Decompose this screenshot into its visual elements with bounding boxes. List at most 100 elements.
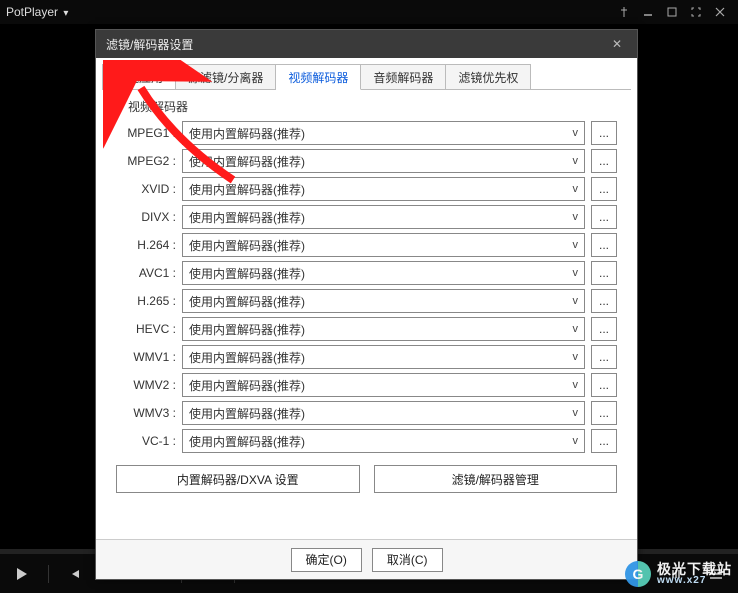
decoder-select[interactable]: 使用内置解码器(推荐) v xyxy=(182,233,585,257)
decoder-row: WMV2 使用内置解码器(推荐) v... xyxy=(116,373,617,397)
decoder-row: WMV1 使用内置解码器(推荐) v... xyxy=(116,345,617,369)
decoder-label: VC-1 xyxy=(116,434,176,448)
app-title-text: PotPlayer xyxy=(6,5,58,19)
close-button[interactable] xyxy=(708,2,732,22)
pin-button[interactable] xyxy=(612,2,636,22)
decoder-select-value: 使用内置解码器(推荐) xyxy=(189,377,305,394)
decoder-more-button[interactable]: ... xyxy=(591,373,617,397)
play-button[interactable] xyxy=(8,560,36,588)
decoder-select-value: 使用内置解码器(推荐) xyxy=(189,293,305,310)
tab-1[interactable]: 源滤镜/分离器 xyxy=(176,64,276,89)
dxva-settings-button[interactable]: 内置解码器/DXVA 设置 xyxy=(116,465,360,493)
chevron-down-icon: v xyxy=(573,379,579,391)
decoder-select-value: 使用内置解码器(推荐) xyxy=(189,265,305,282)
decoder-row: H.264 使用内置解码器(推荐) v... xyxy=(116,233,617,257)
decoder-select-value: 使用内置解码器(推荐) xyxy=(189,405,305,422)
fullscreen-button[interactable] xyxy=(684,2,708,22)
tab-bar: 滤镜应用源滤镜/分离器视频解码器音频解码器滤镜优先权 xyxy=(102,64,631,90)
decoder-row: XVID 使用内置解码器(推荐) v... xyxy=(116,177,617,201)
group-title: 视频解码器 xyxy=(128,98,621,115)
decoder-more-button[interactable]: ... xyxy=(591,289,617,313)
chevron-down-icon: v xyxy=(573,351,579,363)
decoder-select[interactable]: 使用内置解码器(推荐) v xyxy=(182,149,585,173)
dialog-title: 滤镜/解码器设置 xyxy=(106,36,193,53)
decoder-select-value: 使用内置解码器(推荐) xyxy=(189,237,305,254)
decoder-label: HEVC xyxy=(116,322,176,336)
watermark-url: www.x27 xyxy=(657,576,732,586)
decoder-row: AVC1 使用内置解码器(推荐) v... xyxy=(116,261,617,285)
decoder-row: DIVX 使用内置解码器(推荐) v... xyxy=(116,205,617,229)
decoder-select[interactable]: 使用内置解码器(推荐) v xyxy=(182,317,585,341)
chevron-down-icon: v xyxy=(573,211,579,223)
chevron-down-icon: ▾ xyxy=(63,8,68,19)
decoder-row: MPEG1 使用内置解码器(推荐) v... xyxy=(116,121,617,145)
decoder-more-button[interactable]: ... xyxy=(591,233,617,257)
decoder-select-value: 使用内置解码器(推荐) xyxy=(189,209,305,226)
cancel-button[interactable]: 取消(C) xyxy=(372,548,443,572)
decoder-select[interactable]: 使用内置解码器(推荐) v xyxy=(182,401,585,425)
maximize-button[interactable] xyxy=(660,2,684,22)
decoder-label: MPEG2 xyxy=(116,154,176,168)
decoder-more-button[interactable]: ... xyxy=(591,401,617,425)
decoder-label: DIVX xyxy=(116,210,176,224)
chevron-down-icon: v xyxy=(573,267,579,279)
dialog-titlebar: 滤镜/解码器设置 ✕ xyxy=(96,30,637,58)
chevron-down-icon: v xyxy=(573,407,579,419)
decoder-select[interactable]: 使用内置解码器(推荐) v xyxy=(182,373,585,397)
decoder-label: H.265 xyxy=(116,294,176,308)
ok-button[interactable]: 确定(O) xyxy=(291,548,362,572)
chevron-down-icon: v xyxy=(573,435,579,447)
decoder-more-button[interactable]: ... xyxy=(591,261,617,285)
decoder-select[interactable]: 使用内置解码器(推荐) v xyxy=(182,289,585,313)
decoder-label: MPEG1 xyxy=(116,126,176,140)
tab-3[interactable]: 音频解码器 xyxy=(361,64,446,89)
decoder-label: AVC1 xyxy=(116,266,176,280)
decoder-label: H.264 xyxy=(116,238,176,252)
decoder-select-value: 使用内置解码器(推荐) xyxy=(189,181,305,198)
decoder-select-value: 使用内置解码器(推荐) xyxy=(189,125,305,142)
tab-4[interactable]: 滤镜优先权 xyxy=(446,64,531,89)
filter-manage-button[interactable]: 滤镜/解码器管理 xyxy=(374,465,618,493)
decoder-more-button[interactable]: ... xyxy=(591,317,617,341)
decoder-more-button[interactable]: ... xyxy=(591,429,617,453)
app-title[interactable]: PotPlayer ▾ xyxy=(6,5,68,19)
decoder-label: XVID xyxy=(116,182,176,196)
chevron-down-icon: v xyxy=(573,295,579,307)
decoder-row: MPEG2 使用内置解码器(推荐) v... xyxy=(116,149,617,173)
decoder-select[interactable]: 使用内置解码器(推荐) v xyxy=(182,345,585,369)
chevron-down-icon: v xyxy=(573,127,579,139)
chevron-down-icon: v xyxy=(573,155,579,167)
decoder-more-button[interactable]: ... xyxy=(591,205,617,229)
decoder-select[interactable]: 使用内置解码器(推荐) v xyxy=(182,261,585,285)
decoder-more-button[interactable]: ... xyxy=(591,177,617,201)
watermark-brand: 极光下载站 xyxy=(657,562,732,576)
decoder-more-button[interactable]: ... xyxy=(591,149,617,173)
tab-0[interactable]: 滤镜应用 xyxy=(102,64,176,89)
decoder-select[interactable]: 使用内置解码器(推荐) v xyxy=(182,177,585,201)
decoder-more-button[interactable]: ... xyxy=(591,121,617,145)
decoder-label: WMV1 xyxy=(116,350,176,364)
video-decoder-panel: 视频解码器 MPEG1 使用内置解码器(推荐) v... MPEG2 使用内置解码器(推… xyxy=(102,90,631,539)
decoder-select-value: 使用内置解码器(推荐) xyxy=(189,433,305,450)
decoder-row: HEVC 使用内置解码器(推荐) v... xyxy=(116,317,617,341)
app-titlebar: PotPlayer ▾ xyxy=(0,0,738,24)
chevron-down-icon: v xyxy=(573,239,579,251)
watermark: G 极光下载站 www.x27 xyxy=(625,561,732,587)
prev-button[interactable] xyxy=(61,560,89,588)
decoder-more-button[interactable]: ... xyxy=(591,345,617,369)
decoder-select-value: 使用内置解码器(推荐) xyxy=(189,321,305,338)
decoder-select[interactable]: 使用内置解码器(推荐) v xyxy=(182,205,585,229)
watermark-logo-icon: G xyxy=(625,561,651,587)
decoder-label: WMV2 xyxy=(116,378,176,392)
dialog-close-button[interactable]: ✕ xyxy=(607,37,627,51)
chevron-down-icon: v xyxy=(573,323,579,335)
minimize-button[interactable] xyxy=(636,2,660,22)
chevron-down-icon: v xyxy=(573,183,579,195)
decoder-select[interactable]: 使用内置解码器(推荐) v xyxy=(182,121,585,145)
decoder-select[interactable]: 使用内置解码器(推荐) v xyxy=(182,429,585,453)
tab-2[interactable]: 视频解码器 xyxy=(276,64,361,90)
decoder-row: H.265 使用内置解码器(推荐) v... xyxy=(116,289,617,313)
decoder-select-value: 使用内置解码器(推荐) xyxy=(189,153,305,170)
decoder-select-value: 使用内置解码器(推荐) xyxy=(189,349,305,366)
dialog-footer: 确定(O) 取消(C) xyxy=(96,539,637,579)
